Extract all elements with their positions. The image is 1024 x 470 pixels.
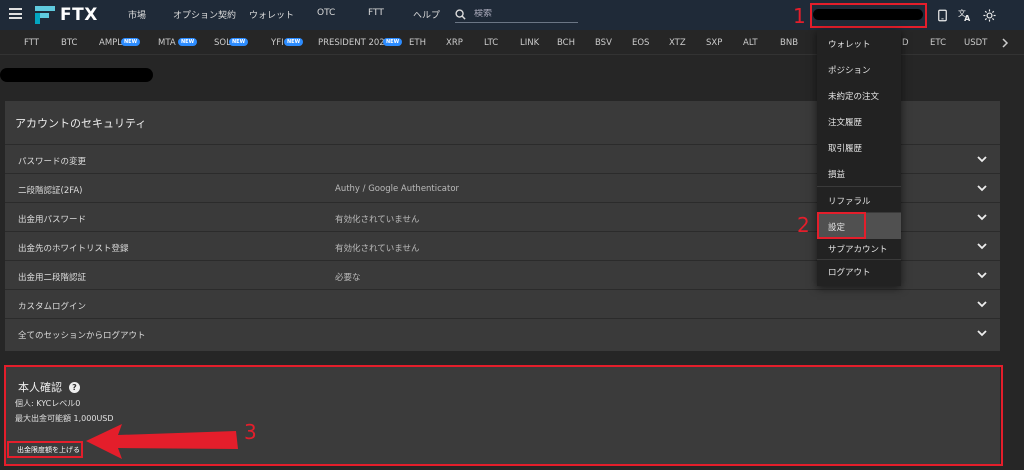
row-label: 二段階認証(2FA) (18, 186, 83, 196)
account-dropdown-menu: ウォレット ポジション 未約定の注文 注文履歴 取引履歴 損益 リファラル 設定… (817, 30, 901, 286)
ticker-item[interactable]: USDT (964, 38, 987, 48)
annotation-box-3b (7, 441, 83, 458)
menu-item-positions[interactable]: ポジション (817, 56, 901, 82)
chevron-right-icon[interactable] (1001, 38, 1009, 48)
menu-item-pnl[interactable]: 損益 (817, 160, 901, 186)
ticker-item[interactable]: BTC (61, 38, 77, 48)
chevron-down-icon[interactable] (976, 240, 988, 252)
ticker-item[interactable]: LINK (520, 38, 539, 48)
chevron-down-icon[interactable] (976, 182, 988, 194)
menu-item-open-orders[interactable]: 未約定の注文 (817, 82, 901, 108)
ticker-item[interactable]: LTC (484, 38, 498, 48)
ticker-item[interactable]: ETH (409, 38, 426, 48)
chevron-down-icon[interactable] (976, 211, 988, 223)
search-box (455, 6, 578, 23)
row-value: Authy / Google Authenticator (335, 184, 460, 194)
annotation-number-3: 3 (244, 420, 257, 444)
security-row-logout-all[interactable]: 全てのセッションからログアウト (5, 318, 1000, 347)
new-badge: NEW (284, 38, 304, 46)
ticker-item[interactable]: PRESIDENT 2020 (318, 38, 390, 48)
ticker-item[interactable]: XRP (446, 38, 463, 48)
menu-item-logout[interactable]: ログアウト (817, 258, 901, 284)
ticker-item[interactable]: BSV (595, 38, 612, 48)
annotation-arrow-icon (86, 424, 238, 459)
menu-item-wallet[interactable]: ウォレット (817, 30, 901, 56)
ticker-item[interactable]: YFI (271, 38, 284, 48)
panel-title: アカウントのセキュリティ (15, 117, 147, 130)
new-badge: NEW (121, 38, 141, 46)
ftx-logo-icon (35, 6, 55, 24)
nav-wallet[interactable]: ウォレット (249, 8, 294, 21)
ticker-item[interactable]: BCH (557, 38, 575, 48)
menu-item-referral[interactable]: リファラル (817, 187, 901, 213)
row-label: 出金用パスワード (18, 215, 87, 225)
row-label: 出金先のホワイトリスト登録 (18, 244, 129, 254)
chevron-down-icon[interactable] (976, 153, 988, 165)
ticker-item[interactable]: D (902, 38, 909, 48)
annotation-box-2 (817, 212, 866, 239)
row-value: 必要な (335, 273, 361, 283)
search-input[interactable] (474, 9, 569, 19)
menu-item-trade-history[interactable]: 取引履歴 (817, 134, 901, 160)
nav-options[interactable]: オプション契約 (173, 8, 236, 21)
ticker-item[interactable]: XTZ (669, 38, 686, 48)
menu-icon[interactable] (9, 8, 22, 19)
new-badge: NEW (383, 38, 403, 46)
ticker-item[interactable]: MTA (158, 38, 176, 48)
chevron-down-icon[interactable] (976, 327, 988, 339)
chevron-down-icon[interactable] (976, 298, 988, 310)
nav-markets[interactable]: 市場 (128, 8, 146, 21)
ticker-item[interactable]: AMPL (99, 38, 122, 48)
nav-ftt[interactable]: FTT (368, 8, 384, 18)
row-label: 出金用二段階認証 (18, 273, 87, 283)
theme-toggle-icon[interactable] (981, 7, 997, 23)
ticker-item[interactable]: ETC (930, 38, 946, 48)
mobile-icon[interactable] (934, 7, 950, 23)
ftx-logo[interactable]: FTX (34, 5, 98, 25)
new-badge: NEW (229, 38, 249, 46)
translate-icon[interactable]: 文A (957, 7, 973, 23)
annotation-number-2: 2 (797, 213, 810, 237)
ticker-item[interactable]: SXP (706, 38, 722, 48)
nav-otc[interactable]: OTC (317, 8, 335, 18)
row-value: 有効化されていません (335, 215, 420, 225)
nav-help[interactable]: ヘルプ (413, 8, 440, 21)
annotation-number-1: 1 (793, 4, 806, 28)
new-badge: NEW (178, 38, 198, 46)
ticker-item[interactable]: EOS (632, 38, 649, 48)
redacted-username (0, 68, 153, 82)
annotation-box-1 (810, 3, 927, 28)
row-value: 有効化されていません (335, 244, 420, 254)
menu-item-order-history[interactable]: 注文履歴 (817, 108, 901, 134)
row-label: カスタムログイン (18, 302, 87, 312)
ticker-item[interactable]: ALT (743, 38, 758, 48)
ticker-item[interactable]: BNB (780, 38, 798, 48)
security-row-custom-login[interactable]: カスタムログイン (5, 289, 1000, 318)
brand-name: FTX (60, 5, 98, 25)
ticker-item[interactable]: FTT (24, 38, 39, 48)
chevron-down-icon[interactable] (976, 269, 988, 281)
row-label: パスワードの変更 (18, 157, 87, 167)
svg-text:A: A (964, 14, 971, 22)
search-icon (455, 8, 466, 20)
row-label: 全てのセッションからログアウト (18, 331, 146, 341)
